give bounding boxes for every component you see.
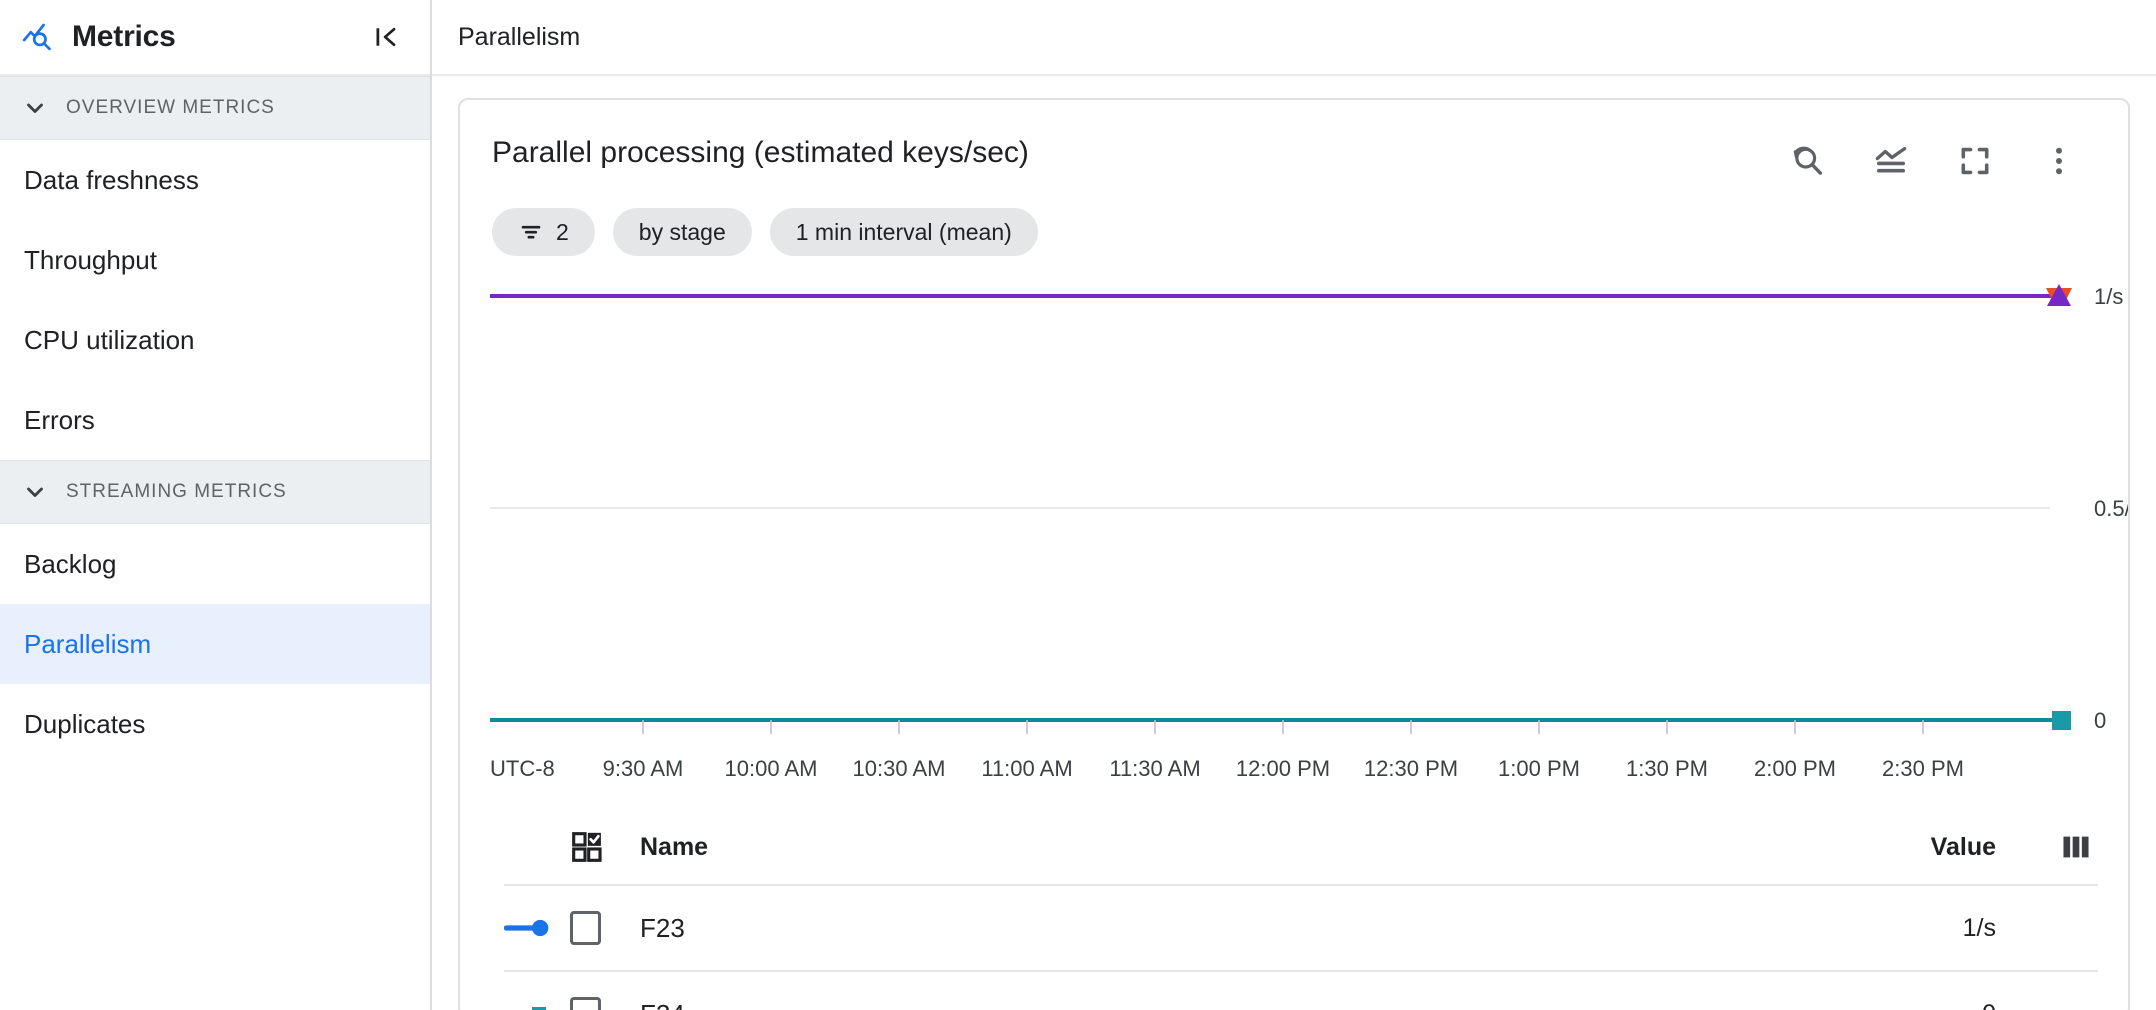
reset-zoom-icon[interactable] xyxy=(1786,140,1828,182)
sidebar-item-label: Duplicates xyxy=(24,709,145,740)
sidebar-item-backlog[interactable]: Backlog xyxy=(0,524,430,604)
checkbox-unchecked-icon[interactable] xyxy=(570,997,601,1010)
row-name: F23 xyxy=(620,913,1963,944)
x-tick-label: 2:30 PM xyxy=(1882,756,1964,782)
series-color-swatch-f24 xyxy=(504,1000,570,1010)
chip-interval-label: 1 min interval (mean) xyxy=(796,219,1012,246)
x-axis-timezone-label: UTC-8 xyxy=(490,756,555,782)
fullscreen-icon[interactable] xyxy=(1954,140,1996,182)
chip-group-by[interactable]: by stage xyxy=(613,208,752,256)
sidebar: Metrics Overview metrics Data freshness … xyxy=(0,0,432,1010)
sidebar-item-label: Parallelism xyxy=(24,629,151,660)
table-header-row: Name Value xyxy=(504,810,2098,886)
sidebar-item-parallelism[interactable]: Parallelism xyxy=(0,604,430,684)
row-value: 1/s xyxy=(1963,914,1996,943)
row-name: F24 xyxy=(620,999,1982,1010)
sidebar-item-label: Data freshness xyxy=(24,165,199,196)
y-tick-label-mid: 0.5/s xyxy=(2094,496,2130,522)
chip-row: 2 by stage 1 min interval (mean) xyxy=(460,182,2128,256)
card-header: Parallel processing (estimated keys/sec) xyxy=(460,100,2128,182)
x-tick-label: 1:00 PM xyxy=(1498,756,1580,782)
chart-plot-area: 1/s 0.5/s 0 xyxy=(460,278,2128,744)
sidebar-item-duplicates[interactable]: Duplicates xyxy=(0,684,430,764)
sidebar-item-cpu-utilization[interactable]: CPU utilization xyxy=(0,300,430,380)
sidebar-group-label: Streaming metrics xyxy=(66,481,287,503)
sidebar-group-label: Overview metrics xyxy=(66,97,275,119)
x-tick-label: 9:30 AM xyxy=(603,756,684,782)
x-tick-label: 10:30 AM xyxy=(853,756,946,782)
checkbox-unchecked-icon[interactable] xyxy=(570,911,601,945)
row-checkbox-f23[interactable] xyxy=(570,911,620,945)
table-row[interactable]: F24 0 xyxy=(504,972,2098,1010)
x-tick-label: 11:30 AM xyxy=(1109,756,1200,782)
x-tick-label: 12:00 PM xyxy=(1236,756,1330,782)
sidebar-header: Metrics xyxy=(0,0,430,76)
card-title: Parallel processing (estimated keys/sec) xyxy=(492,136,1029,169)
sidebar-item-throughput[interactable]: Throughput xyxy=(0,220,430,300)
x-tick-label: 11:00 AM xyxy=(981,756,1072,782)
card-actions xyxy=(1786,136,2098,182)
column-settings-icon[interactable] xyxy=(2054,831,2098,863)
series-table: Name Value xyxy=(504,810,2098,1010)
multi-select-icon[interactable] xyxy=(570,830,620,864)
chart-style-icon[interactable] xyxy=(1870,140,1912,182)
sidebar-group-overview-metrics[interactable]: Overview metrics xyxy=(0,76,430,140)
chip-filter[interactable]: 2 xyxy=(492,208,595,256)
sidebar-item-data-freshness[interactable]: Data freshness xyxy=(0,140,430,220)
chevron-down-icon xyxy=(22,95,48,121)
table-header-value[interactable]: Value xyxy=(1931,833,1996,862)
x-tick-label: 12:30 PM xyxy=(1364,756,1458,782)
metric-card: Parallel processing (estimated keys/sec) xyxy=(458,98,2130,1010)
page-title: Parallelism xyxy=(458,23,580,52)
sidebar-item-label: Throughput xyxy=(24,245,157,276)
main-content: Parallelism Parallel processing (estimat… xyxy=(432,0,2156,1010)
row-checkbox-f24[interactable] xyxy=(570,997,620,1010)
x-tick-label: 2:00 PM xyxy=(1754,756,1836,782)
sidebar-item-errors[interactable]: Errors xyxy=(0,380,430,460)
metrics-analytics-icon xyxy=(22,20,56,54)
x-tick-label: 10:00 AM xyxy=(725,756,818,782)
row-value: 0 xyxy=(1982,1000,1996,1010)
chevron-down-icon xyxy=(22,479,48,505)
x-tick-label: 1:30 PM xyxy=(1626,756,1708,782)
table-header-name[interactable]: Name xyxy=(620,833,1931,862)
x-axis-labels: UTC-8 9:30 AM 10:00 AM 10:30 AM 11:00 AM… xyxy=(460,746,2128,792)
collapse-panel-icon[interactable] xyxy=(366,17,406,57)
y-tick-label-bottom: 0 xyxy=(2094,708,2106,734)
chip-group-by-label: by stage xyxy=(639,219,726,246)
parallelism-line-chart[interactable] xyxy=(460,278,2130,738)
chip-filter-label: 2 xyxy=(556,219,569,246)
metrics-page: Metrics Overview metrics Data freshness … xyxy=(0,0,2156,1010)
chip-interval[interactable]: 1 min interval (mean) xyxy=(770,208,1038,256)
table-row[interactable]: F23 1/s xyxy=(504,886,2098,972)
sidebar-item-label: Errors xyxy=(24,405,95,436)
y-tick-label-top: 1/s xyxy=(2094,284,2123,310)
more-options-icon[interactable] xyxy=(2038,140,2080,182)
sidebar-group-streaming-metrics[interactable]: Streaming metrics xyxy=(0,460,430,524)
page-header: Parallelism xyxy=(432,0,2156,76)
series-color-swatch-f23 xyxy=(504,914,570,942)
sidebar-item-label: Backlog xyxy=(24,549,117,580)
main-body: Parallel processing (estimated keys/sec) xyxy=(432,76,2156,1010)
sidebar-item-label: CPU utilization xyxy=(24,325,195,356)
sidebar-title: Metrics xyxy=(72,20,176,54)
filter-icon xyxy=(518,219,544,245)
